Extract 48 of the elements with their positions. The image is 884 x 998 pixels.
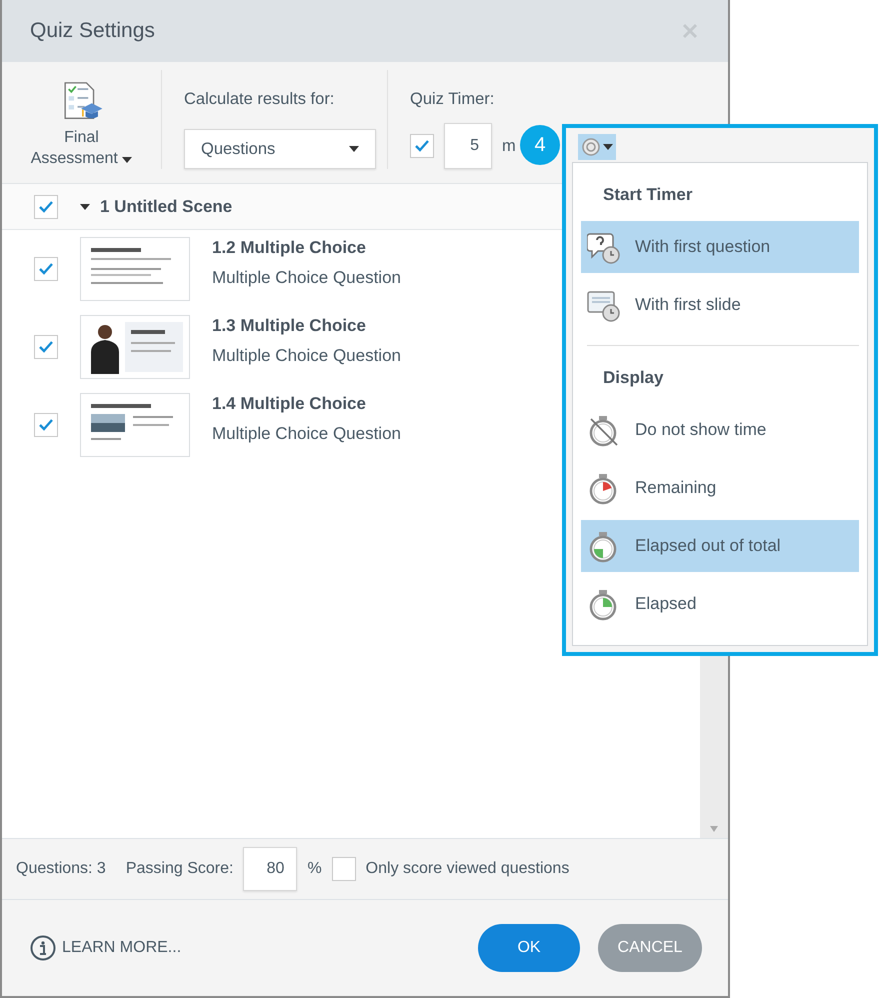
slide-type: Multiple Choice Question [212,424,401,444]
window-title: Quiz Settings [30,19,155,43]
slide-type: Multiple Choice Question [212,346,401,366]
check-icon [414,139,430,153]
menu-item[interactable]: Remaining [581,462,859,514]
scene-title[interactable]: 1 Untitled Scene [100,196,232,216]
timer-unit: m [502,136,516,156]
slide-title: 1.3 Multiple Choice [212,316,367,336]
menu-item[interactable]: Elapsed out of total [581,520,859,572]
passing-score-label: Passing Score: [126,860,234,878]
menu-item[interactable]: With first slide [581,279,859,331]
checkbox[interactable] [34,335,58,359]
menu-item[interactable]: With first question [581,221,859,273]
menu-item[interactable]: Elapsed [581,578,859,630]
caret-icon [80,204,90,210]
assessment-button[interactable]: Final Assessment [2,70,162,169]
question-count: Questions: 3 [16,860,106,878]
info-icon [30,935,56,961]
caret-icon [349,146,359,152]
checkbox[interactable] [34,194,58,218]
percent-sign: % [307,860,322,878]
check-icon [38,262,54,276]
slide-type: Multiple Choice Question [212,268,401,288]
checkbox[interactable] [34,413,58,437]
ok-button[interactable]: OK [478,924,580,972]
checkbox[interactable] [410,134,434,158]
scroll-down-icon[interactable] [710,826,718,832]
checkbox[interactable] [34,257,58,281]
calculate-label: Calculate results for: [184,90,336,109]
learn-more-link[interactable]: LEARN MORE... [30,935,182,961]
menu-heading: Start Timer [602,184,694,206]
check-icon [38,340,54,354]
check-icon [38,418,54,432]
passing-score-field[interactable]: 80 [243,847,298,891]
slide-title: 1.2 Multiple Choice [212,238,367,258]
menu-heading: Display [602,367,664,389]
timer-field[interactable]: 5 [444,123,492,169]
gear-icon [581,137,601,157]
quiz-timer-label: Quiz Timer: [410,90,496,109]
only-viewed-label: Only score viewed questions [366,860,570,878]
results-dropdown[interactable]: Questions [184,129,376,169]
checkbox[interactable] [332,857,356,881]
menu-item[interactable]: Do not show time [581,404,859,456]
slide-title: 1.4 Multiple Choice [212,394,367,414]
check-icon [38,200,54,214]
caret-icon [603,144,613,150]
timer-options-button[interactable] [578,134,616,160]
caret-icon [122,157,132,163]
